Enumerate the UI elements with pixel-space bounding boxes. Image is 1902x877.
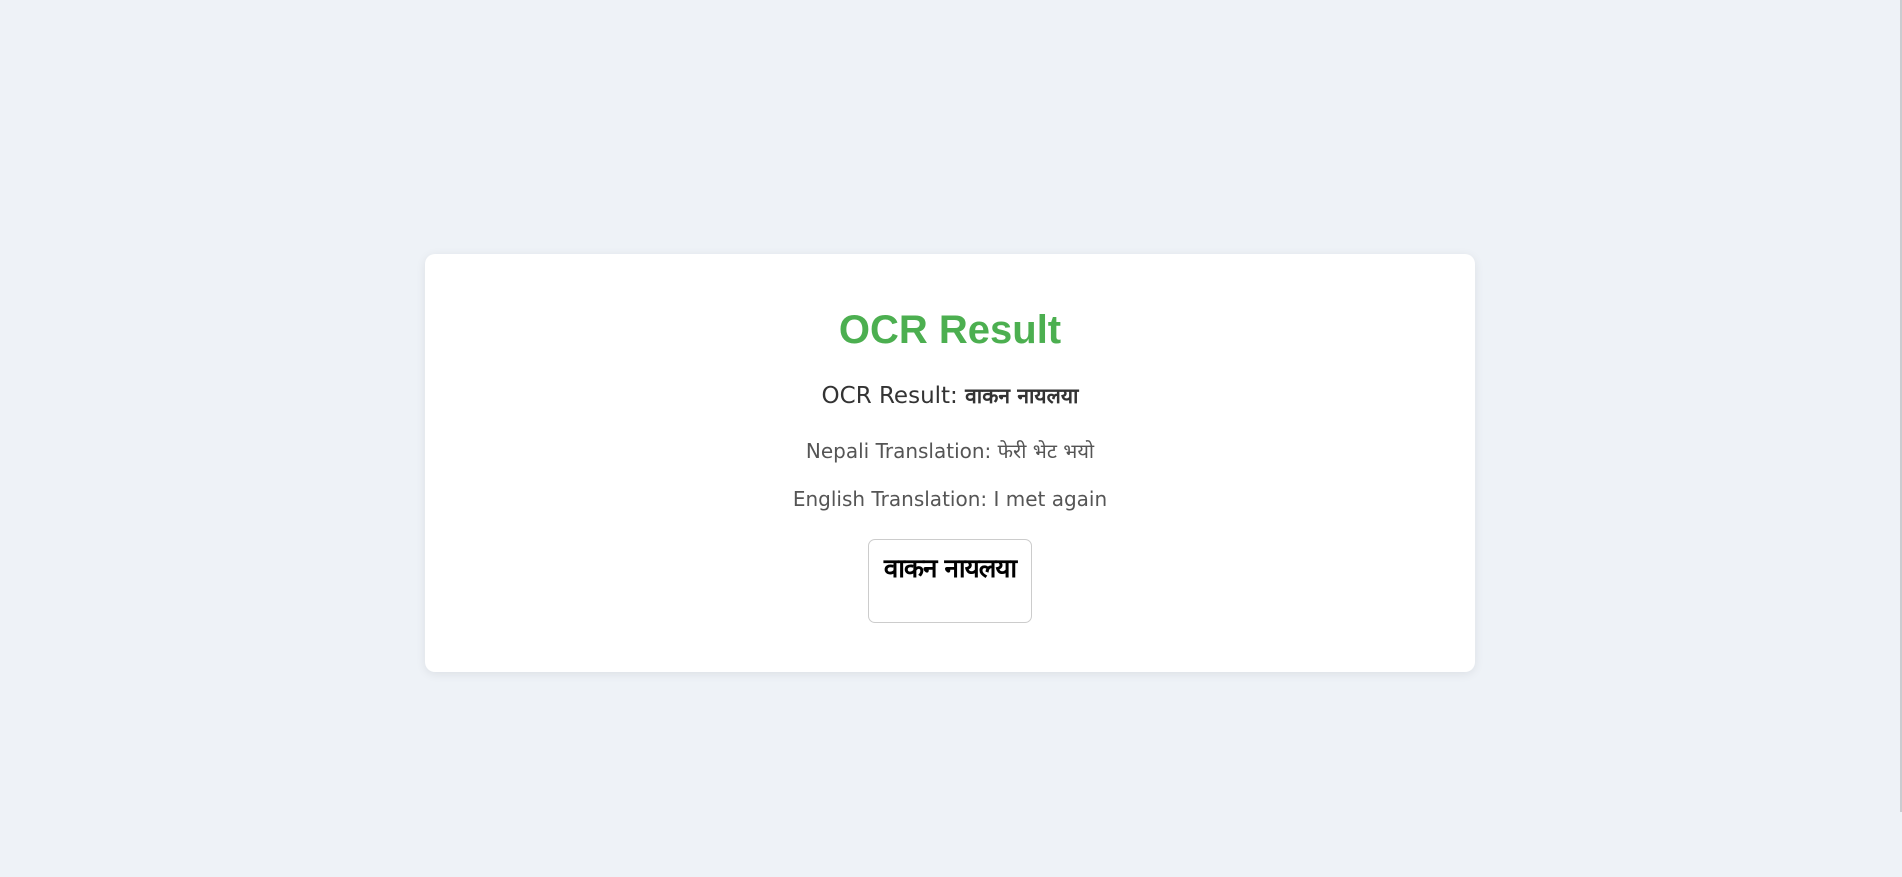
ocr-result-label: OCR Result: bbox=[821, 383, 966, 409]
result-card: OCR Result OCR Result: वाकन नायलया Nepal… bbox=[425, 254, 1475, 672]
page: OCR Result OCR Result: वाकन नायलया Nepal… bbox=[0, 0, 1902, 877]
english-translation-line: English Translation: I met again bbox=[425, 484, 1475, 514]
ocr-result-value: वाकन नायलया bbox=[965, 384, 1079, 408]
page-title: OCR Result bbox=[838, 308, 1062, 352]
uploaded-image-preview: वाकन नायलया bbox=[868, 539, 1032, 623]
ocr-result-line: OCR Result: वाकन नायलया bbox=[425, 380, 1475, 412]
english-translation-value: I met again bbox=[993, 487, 1108, 511]
nepali-translation-value: फेरी भेट भयो bbox=[997, 439, 1095, 463]
nepali-translation-line: Nepali Translation: फेरी भेट भयो bbox=[425, 436, 1475, 466]
nepali-translation-label: Nepali Translation: bbox=[805, 439, 998, 463]
uploaded-image-text: वाकन नायलया bbox=[883, 554, 1017, 584]
english-translation-label: English Translation: bbox=[792, 487, 994, 511]
